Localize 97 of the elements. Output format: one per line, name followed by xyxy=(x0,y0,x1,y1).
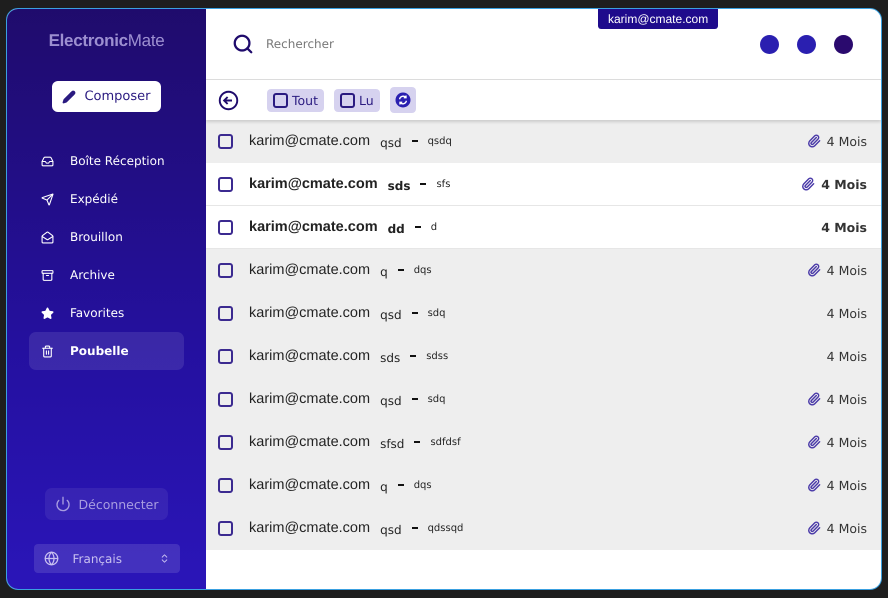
dash-mark xyxy=(412,312,418,314)
sender: karim@cmate.com xyxy=(249,434,370,450)
refresh-button[interactable] xyxy=(390,87,416,113)
sender: karim@cmate.com xyxy=(249,520,370,536)
dash-mark xyxy=(398,484,404,486)
message-row[interactable]: karim@cmate.com sds sdss 4 Mois xyxy=(206,335,881,378)
row-checkbox[interactable] xyxy=(218,392,233,406)
filter-checkbox[interactable]: Lu xyxy=(334,88,380,112)
dash-mark xyxy=(398,269,404,271)
row-checkbox[interactable] xyxy=(218,134,233,148)
subject: sfsd xyxy=(380,437,404,451)
sender: karim@cmate.com xyxy=(249,305,370,321)
status-dot[interactable] xyxy=(834,34,853,54)
archive-box-icon xyxy=(41,268,54,282)
open-envelope-icon xyxy=(41,230,54,244)
row-checkbox[interactable] xyxy=(218,434,233,450)
sidebar-item[interactable]: Boîte Réception xyxy=(29,142,184,180)
row-checkbox[interactable] xyxy=(218,306,233,320)
message-time: 4 Mois xyxy=(821,220,867,234)
dash-mark xyxy=(420,183,426,185)
status-dot[interactable] xyxy=(797,34,816,54)
globe-icon xyxy=(44,551,58,566)
inbox-icon xyxy=(41,154,54,168)
sender: karim@cmate.com xyxy=(249,176,378,192)
message-time: 4 Mois xyxy=(826,434,867,450)
message-row[interactable]: karim@cmate.com qsd sdq 4 Mois xyxy=(206,378,881,421)
filter-checkbox[interactable]: Tout xyxy=(267,88,324,112)
row-checkbox[interactable] xyxy=(218,520,233,536)
dash-mark xyxy=(412,140,418,142)
subject: q xyxy=(380,480,388,494)
message-time: 4 Mois xyxy=(826,262,867,278)
pencil-icon xyxy=(62,90,76,104)
subject: qsd xyxy=(380,136,402,150)
sidebar-item[interactable]: Favorites xyxy=(29,294,184,332)
row-checkbox[interactable] xyxy=(218,220,233,234)
row-checkbox[interactable] xyxy=(218,348,233,364)
row-checkbox[interactable] xyxy=(218,176,233,192)
subject: sds xyxy=(388,179,410,193)
user-tooltip: karim@cmate.com xyxy=(598,9,718,29)
sidebar-item[interactable]: Brouillon xyxy=(29,218,184,256)
app-logo: ElectronicMate xyxy=(48,31,164,51)
language-select[interactable]: Français xyxy=(34,544,180,573)
subject: qsd xyxy=(380,308,402,322)
sender: karim@cmate.com xyxy=(249,219,378,235)
dash-mark xyxy=(414,441,420,443)
message-time: 4 Mois xyxy=(826,478,867,492)
refresh-icon xyxy=(394,91,412,109)
row-checkbox[interactable] xyxy=(218,478,233,492)
subject: dd xyxy=(388,222,405,236)
message-time: 4 Mois xyxy=(821,176,867,192)
subject: qsd xyxy=(380,394,402,408)
sidebar-item[interactable]: Archive xyxy=(29,256,184,294)
trash-icon xyxy=(41,344,54,358)
dash-mark xyxy=(412,527,418,529)
sidebar-item[interactable]: Poubelle xyxy=(29,332,184,370)
back-button[interactable] xyxy=(218,90,239,110)
paper-plane-icon xyxy=(41,192,54,206)
preview-text: dqs xyxy=(414,264,432,276)
preview-text: sdss xyxy=(426,350,448,362)
preview-text: sdq xyxy=(428,308,446,318)
subject: sds xyxy=(380,351,400,365)
power-icon xyxy=(54,496,70,512)
subject: q xyxy=(380,265,388,279)
preview-text: d xyxy=(430,222,438,232)
dash-mark xyxy=(412,398,418,400)
sender: karim@cmate.com xyxy=(249,477,370,493)
preview-text: qdssqd xyxy=(428,522,464,534)
sender: karim@cmate.com xyxy=(249,262,370,278)
dash-mark xyxy=(410,355,416,357)
message-row[interactable]: karim@cmate.com qsd sdq 4 Mois xyxy=(206,292,881,335)
sender: karim@cmate.com xyxy=(249,348,370,364)
star-icon xyxy=(41,306,54,320)
message-time: 4 Mois xyxy=(826,520,867,536)
message-row[interactable]: karim@cmate.com sfsd sdfdsf 4 Mois xyxy=(206,421,881,464)
message-time: 4 Mois xyxy=(826,348,867,364)
message-row[interactable]: karim@cmate.com q dqs 4 Mois xyxy=(206,464,881,507)
preview-text: sdq xyxy=(428,394,446,404)
sidebar-item[interactable]: Expédié xyxy=(29,180,184,218)
message-row[interactable]: karim@cmate.com qsd qdssqd 4 Mois xyxy=(206,507,881,550)
dash-mark xyxy=(414,226,421,228)
status-dot[interactable] xyxy=(760,34,779,54)
search-icon xyxy=(232,33,254,55)
sender: karim@cmate.com xyxy=(249,133,370,149)
preview-text: qsdq xyxy=(428,136,452,146)
message-time: 4 Mois xyxy=(826,134,867,148)
sender: karim@cmate.com xyxy=(249,391,370,407)
message-time: 4 Mois xyxy=(826,306,867,320)
preview-text: sdfdsf xyxy=(430,436,461,448)
preview-text: dqs xyxy=(414,480,432,490)
message-row[interactable]: karim@cmate.com qsd qsdq 4 Mois xyxy=(206,120,881,163)
message-row[interactable]: karim@cmate.com q dqs 4 Mois xyxy=(206,249,881,292)
message-time: 4 Mois xyxy=(826,392,867,406)
subject: qsd xyxy=(380,523,402,537)
logout-button[interactable]: Déconnecter xyxy=(44,488,168,520)
row-checkbox[interactable] xyxy=(218,262,233,278)
preview-text: sfs xyxy=(436,178,450,190)
compose-button[interactable]: Composer xyxy=(52,81,160,112)
